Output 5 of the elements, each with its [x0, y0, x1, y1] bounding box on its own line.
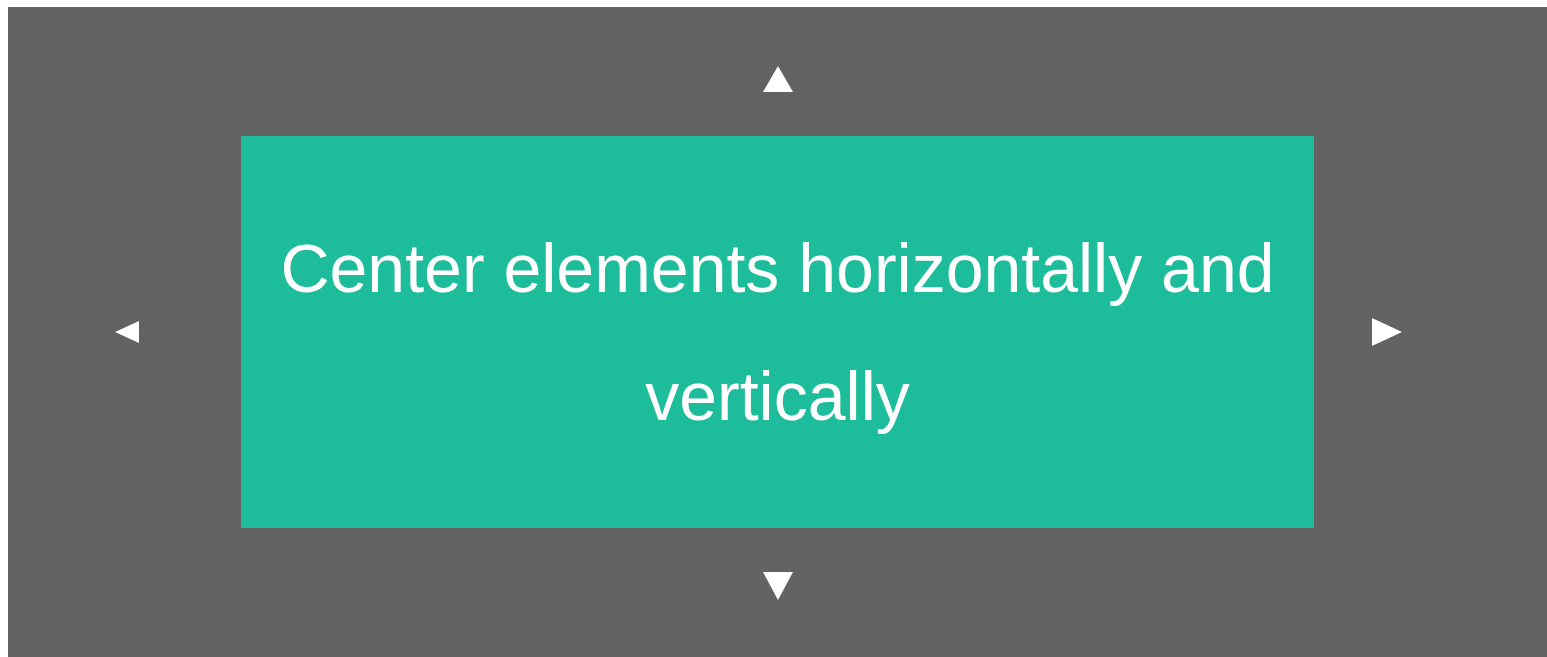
box-text: Center elements horizontally and vertically: [279, 229, 1276, 436]
triangle-left-icon: [114, 321, 139, 343]
triangle-up-icon: [762, 65, 793, 92]
triangle-right-icon: [1371, 318, 1402, 346]
triangle-down-icon: [762, 571, 793, 600]
